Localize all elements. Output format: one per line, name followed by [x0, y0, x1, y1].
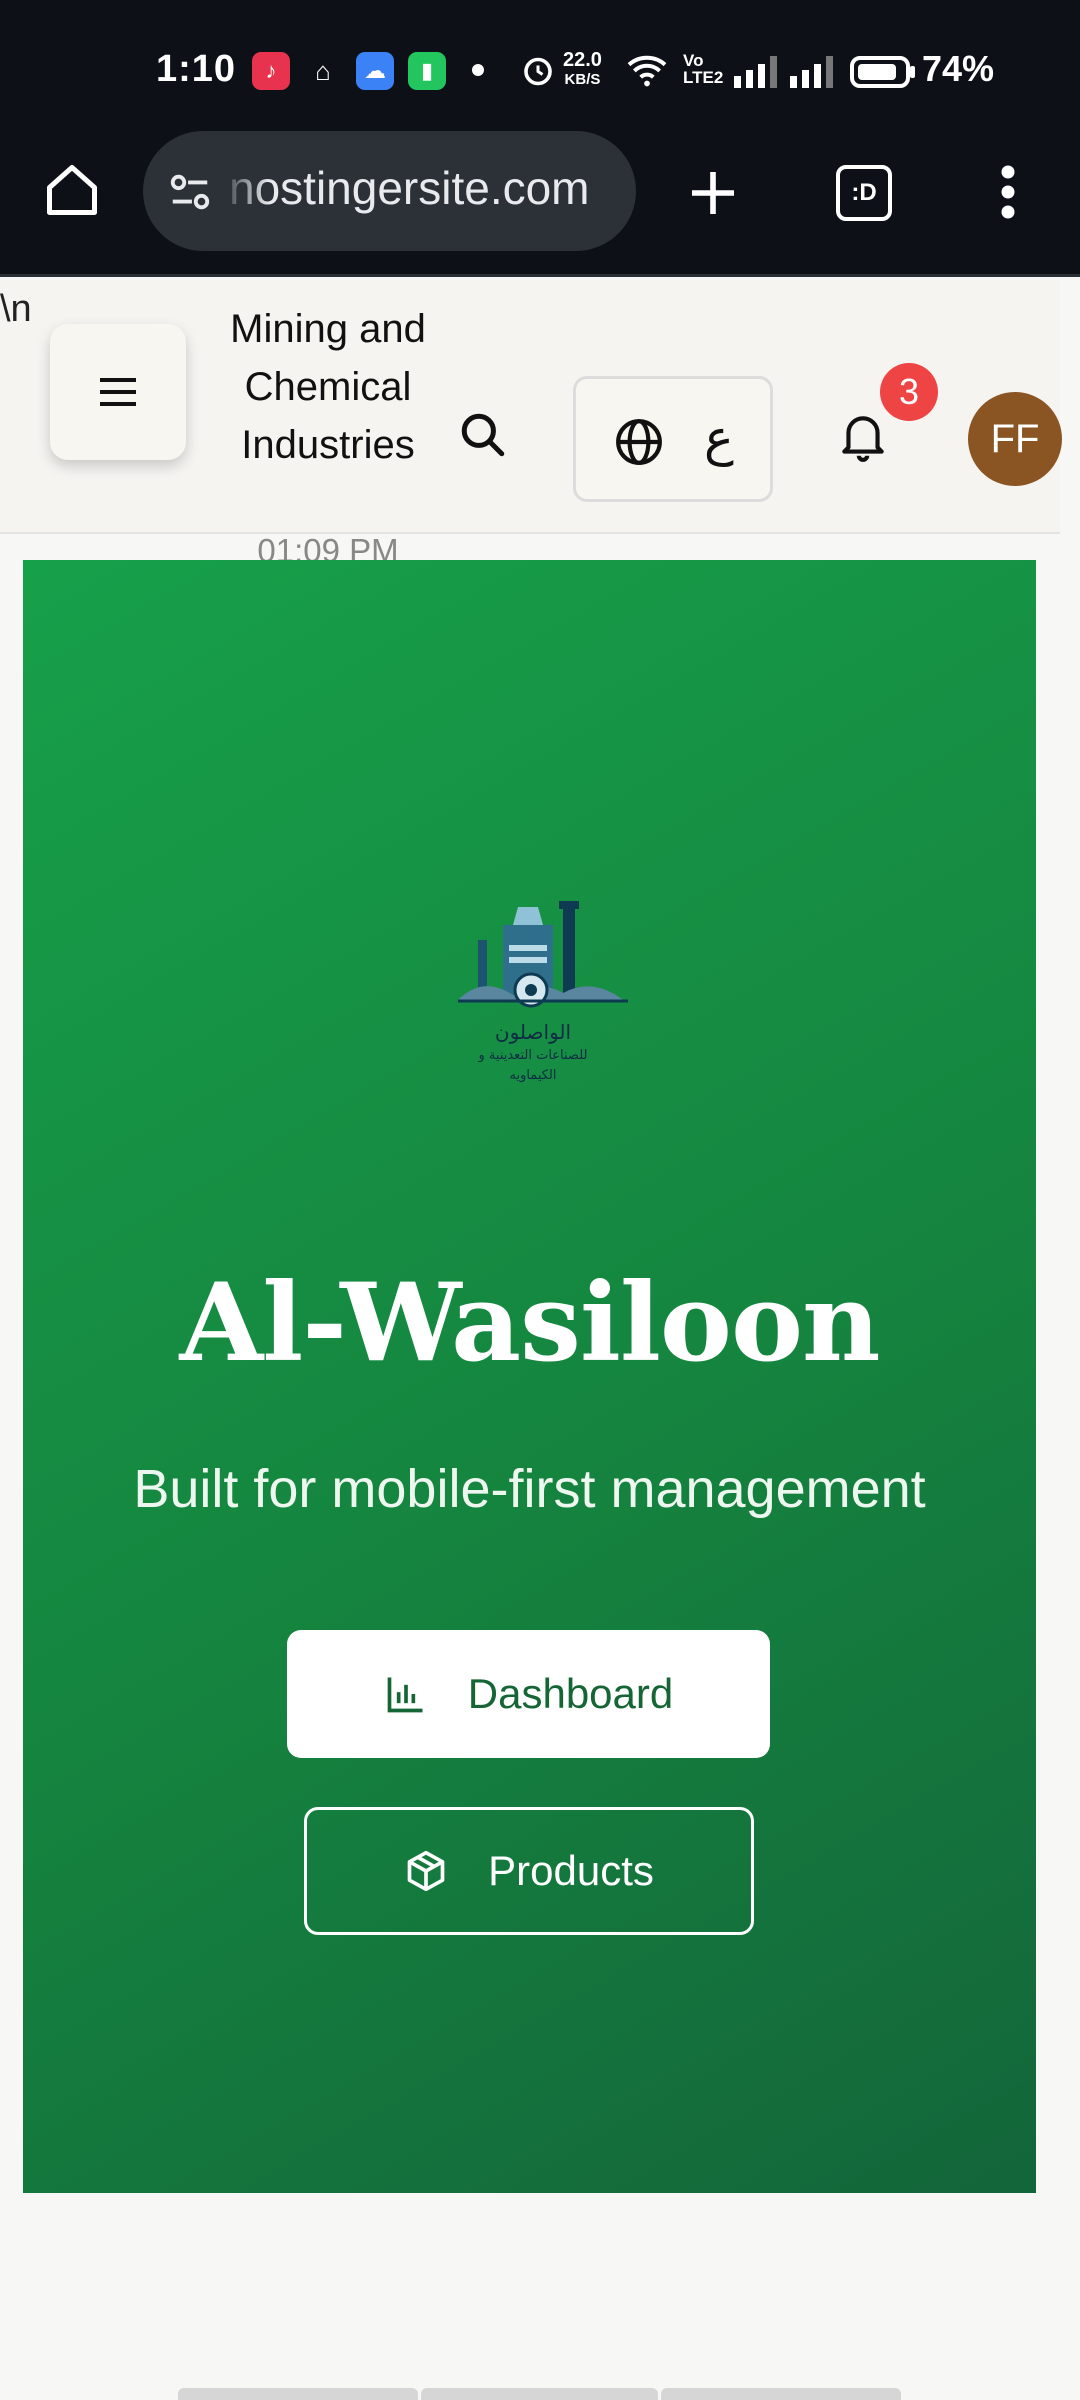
logo-text-line1: الواصلون — [494, 1020, 572, 1044]
dashboard-button-label: Dashboard — [467, 1670, 674, 1717]
tab-switcher-icon[interactable]: :D — [836, 165, 892, 221]
logo-text-line2: للصناعات التعدينية و — [478, 1048, 588, 1063]
dashboard-button[interactable]: Dashboard — [287, 1630, 770, 1758]
weather-icon: ☁ — [356, 52, 394, 90]
notification-badge: 3 — [880, 363, 938, 421]
logo-text-line3: الكيماويه — [509, 1068, 557, 1083]
bell-icon[interactable] — [838, 410, 888, 464]
status-bar: 1:10 ♪ ⌂ ☁ ▮ 22.0 KB/S Vo LTE2 74% — [0, 0, 1080, 140]
language-toggle-button[interactable]: ع — [573, 376, 773, 502]
url-text: nostingersite.com — [229, 162, 590, 214]
net-speed-value: 22.0 — [563, 49, 602, 71]
search-icon[interactable] — [458, 410, 508, 460]
more-icon[interactable] — [986, 162, 1030, 222]
brand-title: Mining and Chemical Industries — [230, 307, 426, 467]
net-speed-unit: KB/S — [564, 71, 601, 88]
site-settings-icon[interactable] — [167, 169, 213, 215]
more-notifications-dot — [472, 64, 484, 76]
hamburger-icon — [100, 378, 136, 406]
wifi-icon — [627, 55, 667, 87]
signal-icon — [734, 56, 777, 88]
bottom-bar-segment — [421, 2388, 658, 2400]
battery-saver-icon: ▮ — [408, 52, 446, 90]
url-bar[interactable]: nostingersite.com — [143, 131, 636, 251]
signal-icon-2 — [790, 56, 833, 88]
bottom-bar-segment — [178, 2388, 418, 2400]
stray-newline-text: \n — [0, 288, 32, 330]
hero-subtitle: Built for mobile-first management — [133, 1459, 926, 1519]
mosque-icon: ⌂ — [315, 55, 331, 86]
volte-indicator: Vo LTE2 — [683, 52, 723, 86]
battery-percent: 74% — [922, 48, 995, 89]
menu-button[interactable] — [50, 324, 186, 460]
music-app-icon: ♪ — [252, 52, 290, 90]
status-time: 1:10 — [156, 48, 237, 90]
products-button[interactable]: Products — [304, 1807, 754, 1935]
bottom-bar-segment — [661, 2388, 901, 2400]
new-tab-icon[interactable] — [685, 165, 741, 221]
bar-chart-icon — [387, 1677, 423, 1713]
avatar[interactable]: FF — [968, 392, 1062, 486]
battery-icon — [850, 56, 915, 88]
url-fade — [219, 131, 269, 251]
factory-logo-icon — [458, 901, 628, 1008]
globe-icon — [616, 419, 662, 465]
language-label: ع — [704, 409, 734, 467]
products-button-label: Products — [488, 1847, 654, 1894]
package-icon — [407, 1850, 445, 1892]
alarm-icon — [524, 57, 552, 86]
volte-line1: Vo — [683, 51, 704, 70]
hero-section: الواصلون للصناعات التعدينية و الكيماويه … — [23, 560, 1036, 2193]
tab-switcher-label: :D — [851, 179, 877, 206]
volte-line2: LTE2 — [683, 68, 724, 87]
home-icon[interactable] — [42, 160, 102, 220]
hero-title: Al-Wasiloon — [179, 1260, 880, 1386]
net-speed: 22.0 KB/S — [563, 50, 602, 90]
